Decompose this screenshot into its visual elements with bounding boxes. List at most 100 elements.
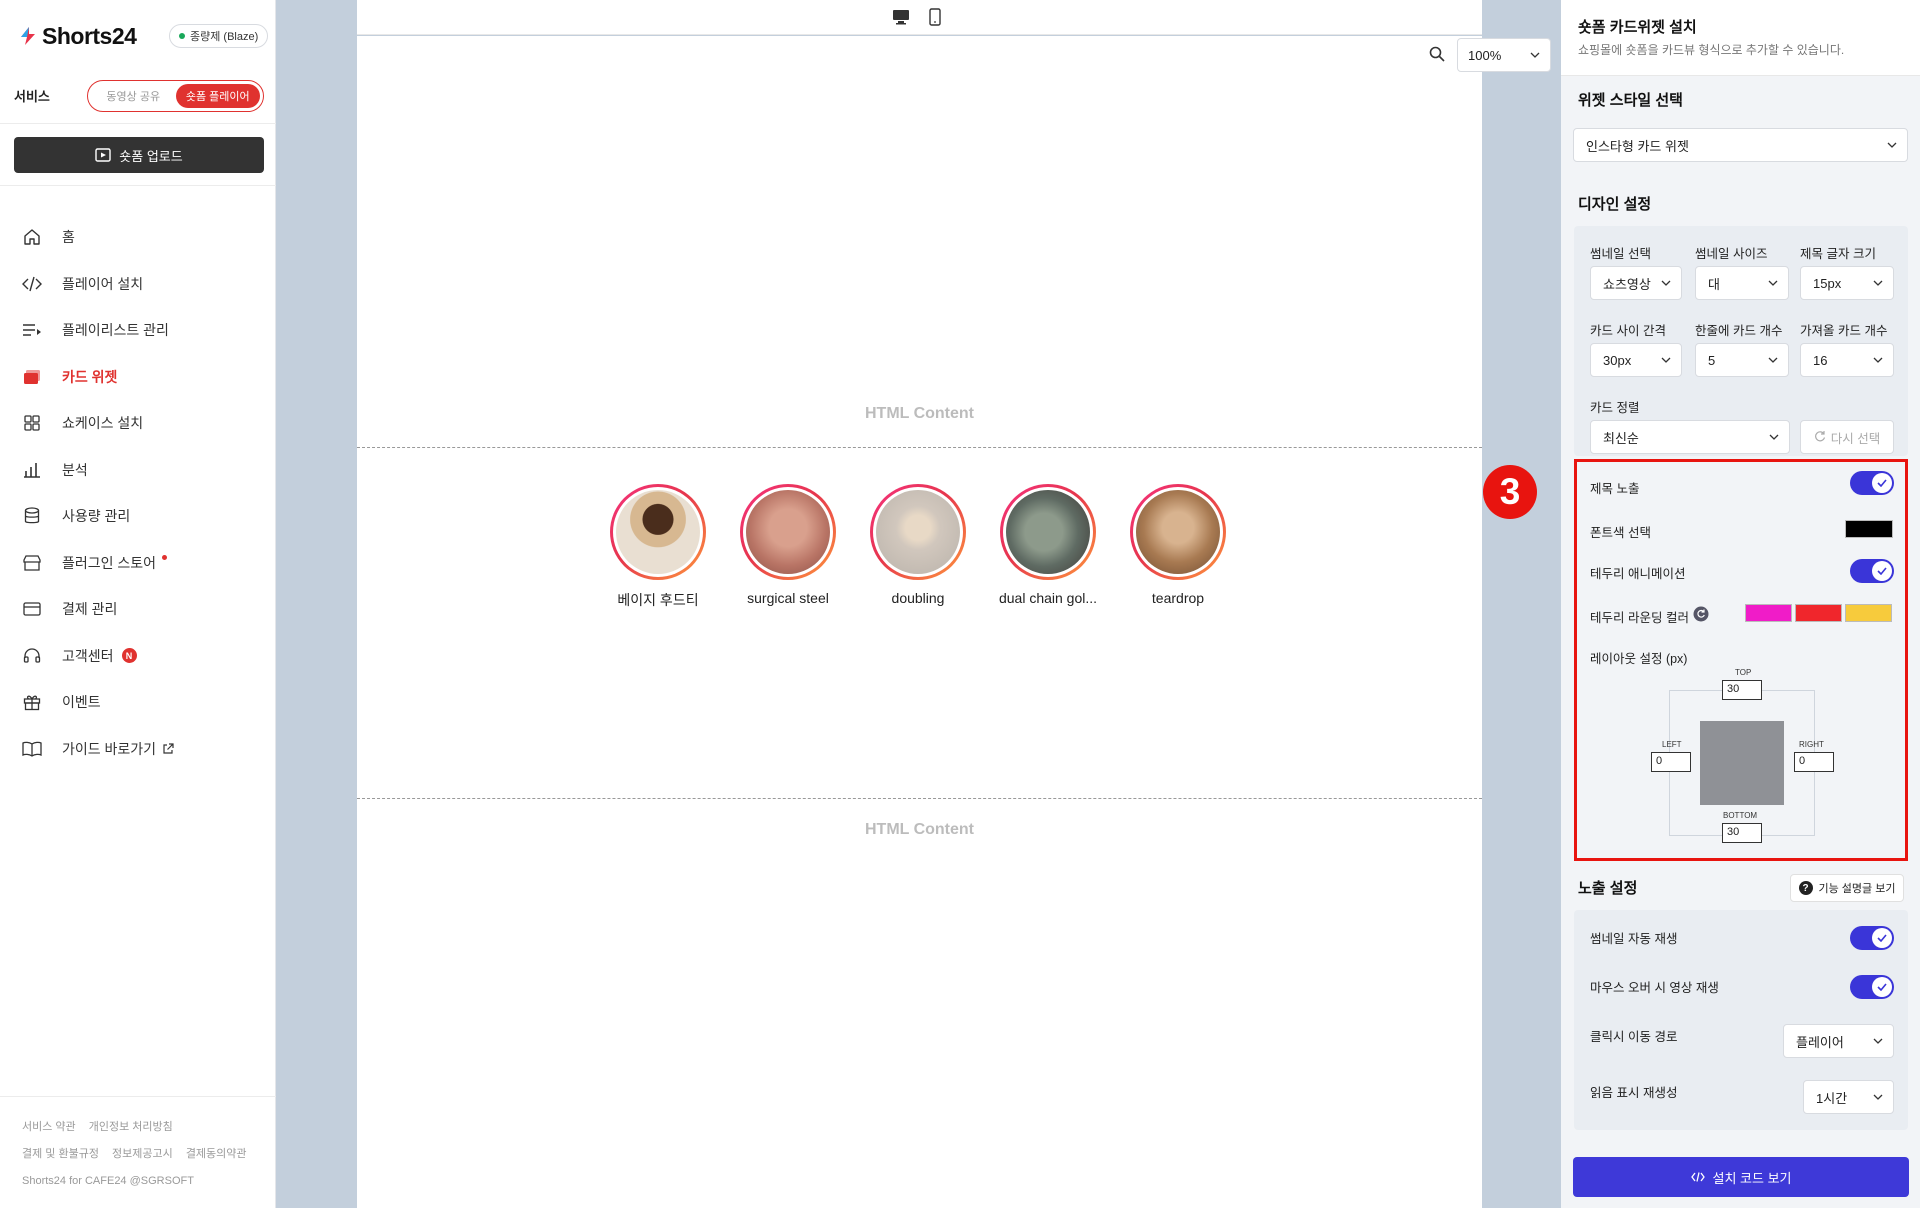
- sidebar-item-usage[interactable]: 사용량 관리: [0, 493, 276, 540]
- upload-shortform-button[interactable]: 숏폼 업로드: [14, 137, 264, 173]
- title-font-size-select[interactable]: 15px: [1800, 266, 1894, 300]
- card-item[interactable]: teardrop: [1130, 484, 1226, 610]
- footer-link-privacy[interactable]: 개인정보 처리방침: [89, 1121, 173, 1133]
- chevron-down-icon: [1873, 1094, 1883, 1100]
- card-item[interactable]: doubling: [870, 484, 966, 610]
- panel-subtitle: 쇼핑몰에 숏폼을 카드뷰 형식으로 추가할 수 있습니다.: [1578, 43, 1845, 57]
- sidebar-item-card-widget[interactable]: 카드 위젯: [0, 354, 276, 401]
- zoom-select[interactable]: 100%: [1457, 38, 1551, 72]
- sidebar-nav: 홈 플레이어 설치 플레이리스트 관리 카드 위젯 쇼케이스 설치 분석 사용량…: [0, 214, 276, 772]
- chevron-down-icon: [1769, 434, 1779, 440]
- chevron-down-icon: [1661, 280, 1671, 286]
- chevron-down-icon: [1530, 52, 1540, 58]
- desktop-view-icon[interactable]: [892, 8, 910, 31]
- border-animation-toggle[interactable]: [1850, 559, 1894, 583]
- dashed-divider: [357, 447, 1482, 448]
- read-regen-select[interactable]: 1시간: [1803, 1080, 1894, 1114]
- service-label: 서비스: [14, 89, 50, 104]
- border-color-swatch-1[interactable]: [1745, 604, 1792, 622]
- reselect-label: 다시 선택: [1830, 431, 1881, 446]
- thumb-select-value: 쇼츠영상: [1603, 276, 1651, 292]
- upload-video-icon: [95, 148, 111, 162]
- exposure-settings-heading: 노출 설정: [1578, 880, 1638, 897]
- sidebar-item-label: 가이드 바로가기: [62, 740, 157, 757]
- read-regen-label: 읽음 표시 재생성: [1590, 1086, 1678, 1100]
- card-title: teardrop: [1151, 590, 1205, 606]
- chevron-down-icon: [1873, 280, 1883, 286]
- sidebar-item-guide[interactable]: 가이드 바로가기: [0, 726, 276, 773]
- fetch-count-select[interactable]: 16: [1800, 343, 1894, 377]
- footer-link-info[interactable]: 정보제공고시: [112, 1148, 173, 1160]
- click-path-select[interactable]: 플레이어: [1783, 1024, 1894, 1058]
- padding-right-input[interactable]: 0: [1794, 752, 1834, 772]
- cards-per-row-select[interactable]: 5: [1695, 343, 1789, 377]
- home-icon: [22, 227, 42, 247]
- layout-content-preview: [1700, 721, 1784, 805]
- autoplay-toggle[interactable]: [1850, 926, 1894, 950]
- check-icon: [1872, 561, 1892, 581]
- sidebar-item-analytics[interactable]: 분석: [0, 447, 276, 494]
- sidebar: Shorts24 종량제 (Blaze) 서비스 동영상 공유 숏폼 플레이어 …: [0, 0, 276, 1208]
- padding-top-input[interactable]: 30: [1722, 680, 1762, 700]
- show-title-label: 제목 노출: [1590, 482, 1640, 496]
- show-title-toggle[interactable]: [1850, 471, 1894, 495]
- logo[interactable]: Shorts24: [18, 20, 137, 52]
- chevron-down-icon: [1873, 357, 1883, 363]
- question-icon: ?: [1798, 881, 1813, 895]
- click-path-value: 플레이어: [1796, 1034, 1844, 1050]
- search-icon[interactable]: [1429, 46, 1445, 67]
- bar-chart-icon: [22, 460, 42, 480]
- sidebar-item-player-install[interactable]: 플레이어 설치: [0, 261, 276, 308]
- sidebar-item-label: 플러그인 스토어: [62, 554, 157, 571]
- footer-link-payment-agreement[interactable]: 결제동의약관: [186, 1148, 247, 1160]
- logo-text: Shorts24: [42, 22, 137, 49]
- reselect-button[interactable]: 다시 선택: [1800, 420, 1894, 454]
- footer-link-terms[interactable]: 서비스 약관: [22, 1121, 76, 1133]
- sidebar-item-label: 플레이리스트 관리: [62, 322, 169, 339]
- preview-toolbar: [357, 0, 1482, 35]
- font-color-swatch[interactable]: [1845, 520, 1893, 538]
- design-settings-heading: 디자인 설정: [1578, 196, 1652, 213]
- hover-play-toggle[interactable]: [1850, 975, 1894, 999]
- card-widget-icon: [22, 367, 42, 387]
- refresh-icon: [1814, 430, 1826, 445]
- fetch-count-label: 가져올 카드 개수: [1800, 324, 1888, 338]
- chevron-down-icon: [1768, 280, 1778, 286]
- sort-label: 카드 정렬: [1590, 401, 1640, 415]
- check-icon: [1872, 977, 1892, 997]
- thumb-select[interactable]: 쇼츠영상: [1590, 266, 1682, 300]
- card-gap-select[interactable]: 30px: [1590, 343, 1682, 377]
- story-ring: [870, 484, 966, 580]
- padding-bottom-input[interactable]: 30: [1722, 823, 1762, 843]
- feature-help-button[interactable]: ? 기능 설명글 보기: [1790, 874, 1904, 902]
- view-install-code-button[interactable]: 설치 코드 보기: [1573, 1157, 1909, 1197]
- sidebar-item-events[interactable]: 이벤트: [0, 679, 276, 726]
- padding-left-input[interactable]: 0: [1651, 752, 1691, 772]
- thumb-size-select[interactable]: 대: [1695, 266, 1789, 300]
- sidebar-item-playlist[interactable]: 플레이리스트 관리: [0, 307, 276, 354]
- html-content-placeholder-bottom: HTML Content: [864, 821, 974, 838]
- tab-video-share[interactable]: 동영상 공유: [91, 84, 176, 108]
- sidebar-item-plugin-store[interactable]: 플러그인 스토어: [0, 540, 276, 587]
- sidebar-item-home[interactable]: 홈: [0, 214, 276, 261]
- card-item[interactable]: 베이지 후드티: [610, 484, 706, 610]
- footer-link-refund[interactable]: 결제 및 환불규정: [22, 1148, 99, 1160]
- card-item[interactable]: dual chain gol...: [999, 484, 1097, 610]
- autoplay-label: 썸네일 자동 재생: [1590, 932, 1678, 946]
- sidebar-item-billing[interactable]: 결제 관리: [0, 586, 276, 633]
- sort-select[interactable]: 최신순: [1590, 420, 1790, 454]
- sidebar-item-showcase[interactable]: 쇼케이스 설치: [0, 400, 276, 447]
- code-icon: [1690, 1170, 1705, 1185]
- mobile-view-icon[interactable]: [928, 8, 942, 31]
- widget-style-select[interactable]: 인스타형 카드 위젯: [1573, 128, 1908, 162]
- refresh-color-icon[interactable]: [1693, 606, 1709, 627]
- card-item[interactable]: surgical steel: [740, 484, 836, 610]
- tab-shortform-player[interactable]: 숏폼 플레이어: [175, 84, 260, 108]
- logo-bolt-icon: [21, 27, 35, 45]
- border-color-swatch-3[interactable]: [1845, 604, 1892, 622]
- story-ring: [740, 484, 836, 580]
- border-color-swatch-2[interactable]: [1795, 604, 1842, 622]
- right-label: RIGHT: [1799, 740, 1824, 749]
- widget-style-heading: 위젯 스타일 선택: [1578, 92, 1683, 109]
- sidebar-item-support[interactable]: 고객센터 N: [0, 633, 276, 680]
